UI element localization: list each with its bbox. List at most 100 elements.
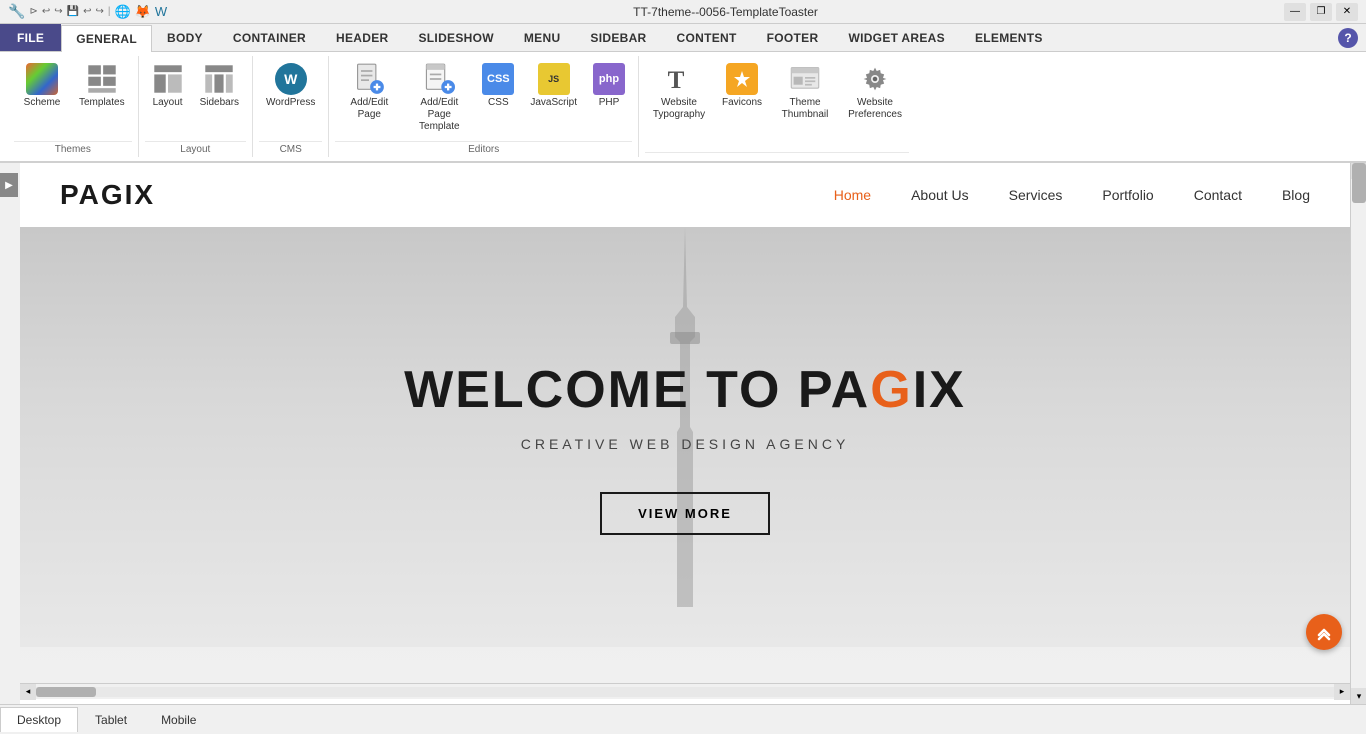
horizontal-scrollbar[interactable]: ◂ ▸ [20,683,1350,699]
scheme-color-icon [26,63,58,95]
ribbon-content: Scheme Templates T [0,51,1366,161]
scroll-right-button[interactable]: ▸ [1334,684,1350,700]
scroll-left-button[interactable]: ◂ [20,684,36,700]
website-typography-button[interactable]: T Website Typography [645,58,713,126]
editors-group-label: Editors [335,141,632,155]
javascript-button[interactable]: JS JavaScript [523,58,584,114]
tab-general[interactable]: GENERAL [61,25,152,52]
tab-menu[interactable]: MENU [509,24,576,51]
tab-file[interactable]: FILE [0,24,61,51]
wordpress-label: WordPress [266,97,315,109]
settings-items: T Website Typography Favicons [645,58,909,149]
php-label: PHP [599,97,620,109]
horizontal-scroll-thumb[interactable] [36,687,96,697]
star-icon [732,69,752,89]
wordpress-logo-icon: W [275,63,307,95]
sidebar-toggle-button[interactable]: ▶ [0,173,18,197]
editors-items: Add/Edit Page Add/E [335,58,632,138]
scroll-down-button[interactable]: ▾ [1351,688,1366,704]
layout-group-label: Layout [145,141,246,155]
ribbon-group-editors: Add/Edit Page Add/E [329,56,639,157]
close-button[interactable]: ✕ [1336,3,1358,21]
svg-text:T: T [668,67,685,94]
horizontal-scroll-track[interactable] [36,687,1334,697]
tab-content[interactable]: CONTENT [662,24,752,51]
add-edit-page-icon [353,63,385,95]
layout-svg-icon [152,63,184,95]
restore-button[interactable]: ❐ [1310,3,1332,21]
website-preferences-icon [859,63,891,95]
tab-header[interactable]: HEADER [321,24,403,51]
title-bar: 🔧 ⊳ ↩ ↪ 💾 ↩ ↪ | 🌐 🦊 W TT-7theme--0056-Te… [0,0,1366,24]
main-area: ▶ PAGIX Home About Us Services Portfolio… [0,163,1366,704]
tab-sidebar[interactable]: SIDEBAR [575,24,661,51]
minimize-button[interactable]: — [1284,3,1306,21]
nav-item-about[interactable]: About Us [911,187,969,203]
view-more-button[interactable]: VIEW MORE [600,492,770,535]
nav-item-home[interactable]: Home [834,187,871,203]
website-preferences-label: Website Preferences [848,97,902,121]
wordpress-icon: W [275,63,307,95]
css-label: CSS [488,97,509,109]
ribbon-group-settings: T Website Typography Favicons [639,56,915,157]
canvas-container: PAGIX Home About Us Services Portfolio C… [20,163,1350,704]
add-edit-page-label: Add/Edit Page [342,97,396,121]
title-bar-title: TT-7theme--0056-TemplateToaster [167,5,1284,19]
website-preferences-button[interactable]: Website Preferences [841,58,909,126]
vertical-scroll-thumb[interactable] [1352,163,1366,203]
scheme-icon [26,63,58,95]
theme-thumbnail-button[interactable]: Theme Thumbnail [771,58,839,126]
sidebars-button[interactable]: Sidebars [193,58,246,114]
tab-mobile[interactable]: Mobile [144,707,213,732]
add-edit-page-template-button[interactable]: Add/Edit Page Template [405,58,473,138]
website-typography-label: Website Typography [652,97,706,121]
scroll-to-top-button[interactable] [1306,614,1342,650]
layout-items: Layout Sidebars [145,58,246,138]
themes-group-label: Themes [14,141,132,155]
tab-tablet[interactable]: Tablet [78,707,144,732]
php-icon: php [593,63,625,95]
tab-elements[interactable]: ELEMENTS [960,24,1058,51]
layout-icon [152,63,184,95]
scheme-button[interactable]: Scheme [14,58,70,114]
themes-items: Scheme Templates [14,58,132,138]
help-button[interactable]: ? [1338,28,1358,48]
cms-items: W WordPress [259,58,322,138]
nav-item-portfolio[interactable]: Portfolio [1102,187,1153,203]
layout-button[interactable]: Layout [145,58,191,114]
ribbon-group-layout: Layout Sidebars Layout [139,56,253,157]
add-edit-page-button[interactable]: Add/Edit Page [335,58,403,126]
sidebars-svg-icon [203,63,235,95]
canvas-wrapper: PAGIX Home About Us Services Portfolio C… [20,163,1350,704]
php-button[interactable]: php PHP [586,58,632,114]
wordpress-button[interactable]: W WordPress [259,58,322,114]
nav-item-services[interactable]: Services [1009,187,1063,203]
title-bar-controls[interactable]: — ❐ ✕ [1284,3,1358,21]
css-button[interactable]: CSS CSS [475,58,521,114]
javascript-badge-icon: JS [538,63,570,95]
vertical-scrollbar[interactable]: ▴ ▾ [1350,163,1366,704]
nav-item-blog[interactable]: Blog [1282,187,1310,203]
typography-svg-icon: T [663,63,695,95]
theme-thumbnail-label: Theme Thumbnail [778,97,832,121]
site-nav: Home About Us Services Portfolio Contact… [834,187,1310,203]
gear-icon [859,63,891,95]
hero-section: WELCOME TO PAGIX CREATIVE WEB DESIGN AGE… [20,227,1350,647]
ribbon-tabs: FILE GENERAL BODY CONTAINER HEADER SLIDE… [0,24,1366,51]
favicons-button[interactable]: Favicons [715,58,769,114]
ribbon: FILE GENERAL BODY CONTAINER HEADER SLIDE… [0,24,1366,163]
tab-slideshow[interactable]: SLIDESHOW [404,24,509,51]
tab-container[interactable]: CONTAINER [218,24,321,51]
javascript-label: JavaScript [530,97,577,109]
tab-footer[interactable]: FOOTER [752,24,834,51]
favicons-label: Favicons [722,97,762,109]
tab-desktop[interactable]: Desktop [0,707,78,732]
templates-button[interactable]: Templates [72,58,132,114]
ribbon-group-cms: W WordPress CMS [253,56,329,157]
site-logo: PAGIX [60,179,155,211]
tab-body[interactable]: BODY [152,24,218,51]
nav-item-contact[interactable]: Contact [1194,187,1242,203]
hero-title-accent: G [870,361,912,419]
tab-widget-areas[interactable]: WIDGET AREAS [833,24,960,51]
site-header: PAGIX Home About Us Services Portfolio C… [20,163,1350,227]
